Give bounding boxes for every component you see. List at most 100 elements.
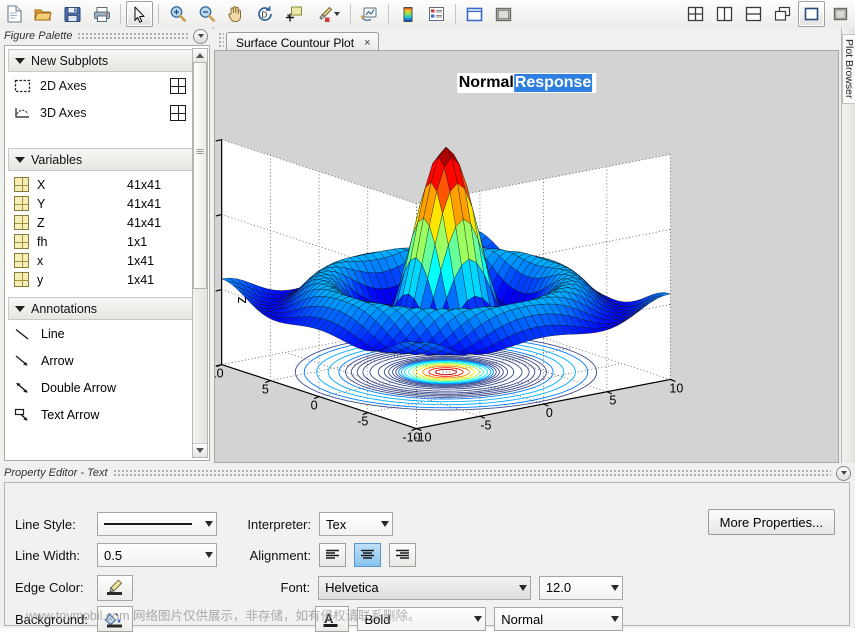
- section-header-annotations[interactable]: Annotations: [8, 297, 206, 320]
- triangle-down-icon: [196, 448, 204, 453]
- tab-surface-countour-plot[interactable]: Surface Countour Plot ×: [226, 32, 379, 52]
- palette-item-3d-axes[interactable]: 3D Axes: [5, 99, 209, 126]
- align-left-button[interactable]: [319, 543, 346, 567]
- interpreter-row: Interpreter: Tex: [233, 509, 623, 539]
- chevron-down-icon[interactable]: [381, 521, 389, 527]
- palette-item-label: 2D Axes: [40, 79, 161, 93]
- property-editor-body: Line Style: Line Width: 0.5 Edge Color:: [4, 482, 850, 626]
- annotation-item-line[interactable]: Line: [5, 320, 209, 347]
- tabstrip-drag-grip[interactable]: [218, 32, 224, 48]
- show-plot-tools-icon[interactable]: [490, 1, 517, 27]
- cascade-windows-icon[interactable]: [769, 1, 796, 27]
- palette-scrollbar[interactable]: [192, 48, 208, 458]
- more-properties-button[interactable]: More Properties...: [708, 509, 835, 535]
- tile-horizontal-icon[interactable]: [740, 1, 767, 27]
- scroll-down-button[interactable]: [193, 443, 207, 457]
- plot-browser-label[interactable]: Plot Browser: [842, 34, 855, 104]
- chevron-down-icon[interactable]: [611, 585, 619, 591]
- align-center-icon: [360, 549, 375, 561]
- close-icon[interactable]: ×: [364, 37, 370, 49]
- zoom-out-icon[interactable]: [193, 1, 220, 27]
- property-editor-menu-button[interactable]: [836, 466, 851, 481]
- drag-dots[interactable]: [113, 470, 831, 477]
- align-right-button[interactable]: [389, 543, 416, 567]
- list-item[interactable]: X 41x41: [5, 175, 209, 194]
- interpreter-select[interactable]: Tex: [319, 512, 393, 536]
- data-cursor-icon[interactable]: [280, 1, 307, 27]
- tile-vertical-icon[interactable]: [711, 1, 738, 27]
- subplot-grid-icon[interactable]: [170, 105, 186, 121]
- background-color-picker[interactable]: [97, 606, 133, 632]
- plot-browser-dock[interactable]: Plot Browser: [841, 28, 855, 463]
- scrollbar-thumb[interactable]: [193, 62, 207, 289]
- colorbar-icon[interactable]: [394, 1, 421, 27]
- drag-dots[interactable]: [77, 33, 188, 40]
- matlab-figure-window: D: [0, 0, 855, 628]
- annotation-item-text-arrow[interactable]: Text Arrow: [5, 401, 209, 428]
- list-item[interactable]: Y 41x41: [5, 194, 209, 213]
- svg-text:10: 10: [669, 381, 683, 395]
- chevron-down-icon[interactable]: [205, 552, 213, 558]
- annotation-item-arrow[interactable]: Arrow: [5, 347, 209, 374]
- legend-icon[interactable]: [423, 1, 450, 27]
- font-style-row: A Bold Normal: [233, 604, 623, 634]
- background-row: Background:: [15, 604, 220, 634]
- scroll-up-button[interactable]: [193, 49, 207, 63]
- figure-canvas[interactable]: 10.50-0.51050-5-10-10-50510zyx Normal Re…: [214, 50, 839, 463]
- hide-plot-tools-icon[interactable]: [461, 1, 488, 27]
- tile-grid-icon[interactable]: [682, 1, 709, 27]
- save-disk-icon[interactable]: [59, 1, 86, 27]
- subplot-grid-icon[interactable]: [170, 78, 186, 94]
- font-angle-select[interactable]: Normal: [494, 607, 623, 631]
- font-color-picker[interactable]: A: [315, 606, 349, 632]
- annotation-item-double-arrow[interactable]: Double Arrow: [5, 374, 209, 401]
- brush-icon[interactable]: [309, 1, 345, 27]
- new-document-icon[interactable]: [1, 1, 28, 27]
- edge-color-row: Edge Color:: [15, 571, 220, 604]
- list-item[interactable]: Z 41x41: [5, 213, 209, 232]
- variable-name: x: [37, 254, 119, 268]
- annotation-label: Text Arrow: [41, 408, 99, 422]
- chevron-down-icon[interactable]: [205, 521, 213, 527]
- zoom-in-icon[interactable]: [164, 1, 191, 27]
- figure-document-area: Surface Countour Plot × 10.50-0.51050-5-…: [214, 28, 841, 463]
- align-center-button[interactable]: [354, 543, 381, 567]
- svg-text:x: x: [627, 461, 635, 462]
- plot-title-selected-text[interactable]: Response: [514, 74, 592, 92]
- scrollbar-grip: [197, 149, 204, 154]
- float-window-icon[interactable]: [827, 1, 854, 27]
- figure-palette-body: New Subplots 2D Axes 3D Axes Variables: [4, 45, 210, 461]
- rotate-3d-icon[interactable]: D: [251, 1, 278, 27]
- list-item[interactable]: fh 1x1: [5, 232, 209, 251]
- palette-menu-button[interactable]: [193, 29, 208, 44]
- variable-size: 1x1: [127, 235, 147, 249]
- chevron-down-icon[interactable]: [334, 12, 340, 16]
- font-size-select[interactable]: 12.0: [539, 576, 623, 600]
- single-window-icon[interactable]: [798, 1, 825, 27]
- surface-contour-plot[interactable]: 10.50-0.51050-5-10-10-50510zyx: [215, 51, 838, 462]
- line-style-select[interactable]: [97, 512, 217, 536]
- printer-icon[interactable]: [88, 1, 115, 27]
- align-right-icon: [395, 549, 410, 561]
- open-folder-icon[interactable]: [30, 1, 57, 27]
- chevron-down-icon[interactable]: [519, 585, 527, 591]
- section-header-new-subplots[interactable]: New Subplots: [8, 49, 206, 72]
- chevron-down-icon[interactable]: [611, 616, 619, 622]
- variable-size: 41x41: [127, 197, 161, 211]
- arrow-pointer-icon[interactable]: [126, 1, 153, 27]
- toolbar-separator: [120, 4, 121, 24]
- list-item[interactable]: x 1x41: [5, 251, 209, 270]
- font-family-select[interactable]: Helvetica: [318, 576, 531, 600]
- font-weight-select[interactable]: Bold: [357, 607, 486, 631]
- list-item[interactable]: y 1x41: [5, 270, 209, 289]
- svg-text:-5: -5: [357, 415, 368, 429]
- edge-color-picker[interactable]: [97, 575, 133, 601]
- hand-icon[interactable]: [222, 1, 249, 27]
- palette-item-2d-axes[interactable]: 2D Axes: [5, 72, 209, 99]
- plot-title[interactable]: Normal Response: [457, 73, 597, 93]
- font-angle-value: Normal: [501, 612, 543, 627]
- line-width-select[interactable]: 0.5: [97, 543, 217, 567]
- link-plot-icon[interactable]: [356, 1, 383, 27]
- chevron-down-icon[interactable]: [474, 616, 482, 622]
- section-header-variables[interactable]: Variables: [8, 148, 206, 171]
